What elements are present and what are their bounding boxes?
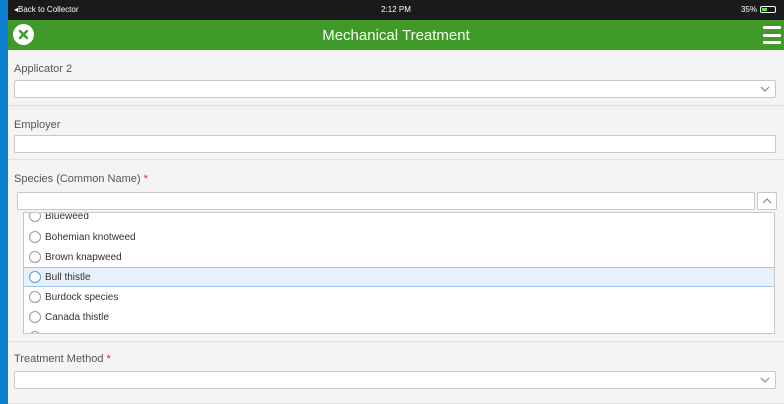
radio-icon (29, 213, 41, 222)
treatment-method-label: Treatment Method * (14, 353, 111, 365)
species-option-partial[interactable] (24, 327, 774, 333)
required-marker: * (143, 173, 148, 185)
treatment-method-select[interactable] (14, 371, 776, 389)
employer-input[interactable] (14, 135, 776, 153)
species-option[interactable]: Brown knapweed (24, 247, 774, 267)
chevron-down-icon (760, 377, 770, 383)
app-screen: ◂Back to Collector 2:12 PM 35% Mechanica… (8, 0, 784, 404)
species-option[interactable]: Bohemian knotweed (24, 227, 774, 247)
required-marker: * (106, 353, 111, 365)
status-bar: ◂Back to Collector 2:12 PM 35% (8, 0, 784, 20)
species-options-list: Blueweed Bohemian knotweed Brown knapwee… (23, 212, 775, 334)
status-time: 2:12 PM (381, 5, 411, 14)
header-bar: Mechanical Treatment (8, 20, 784, 50)
radio-icon (29, 291, 41, 303)
treatment-method-label-text: Treatment Method (14, 353, 104, 365)
species-option-label: Blueweed (45, 212, 89, 222)
species-label: Species (Common Name) * (14, 173, 148, 185)
applicator2-label: Applicator 2 (14, 63, 73, 75)
applicator2-field: Applicator 2 (8, 54, 784, 106)
species-option-label: Canada thistle (45, 311, 109, 323)
species-option-label: Bohemian knotweed (45, 231, 136, 243)
species-option-label: Brown knapweed (45, 251, 122, 263)
species-option-label: Bull thistle (45, 271, 91, 283)
menu-button[interactable] (763, 26, 781, 44)
radio-icon (29, 251, 41, 263)
treatment-method-field: Treatment Method * (8, 345, 784, 404)
battery-percent: 35% (740, 5, 757, 14)
menu-icon-line (763, 41, 781, 44)
radio-icon (29, 271, 41, 283)
species-search-input[interactable] (17, 192, 755, 210)
employer-field: Employer (8, 110, 784, 160)
applicator2-select[interactable] (14, 80, 776, 98)
species-option[interactable]: Canada thistle (24, 307, 774, 327)
species-collapse-button[interactable] (757, 192, 777, 210)
species-option[interactable]: Blueweed (24, 212, 774, 226)
radio-icon (29, 331, 41, 333)
page-title: Mechanical Treatment (322, 27, 470, 44)
battery-icon (760, 6, 776, 13)
species-option[interactable]: Burdock species (24, 287, 774, 307)
radio-icon (29, 231, 41, 243)
chevron-down-icon (760, 86, 770, 92)
battery-status: 35% (741, 5, 776, 14)
menu-icon-line (763, 26, 781, 29)
radio-icon (29, 311, 41, 323)
species-option-selected[interactable]: Bull thistle (24, 267, 774, 287)
employer-label: Employer (14, 119, 61, 131)
chevron-up-icon (762, 198, 772, 204)
menu-icon-line (763, 33, 781, 37)
species-option-label: Burdock species (45, 291, 119, 303)
species-label-text: Species (Common Name) (14, 173, 141, 185)
